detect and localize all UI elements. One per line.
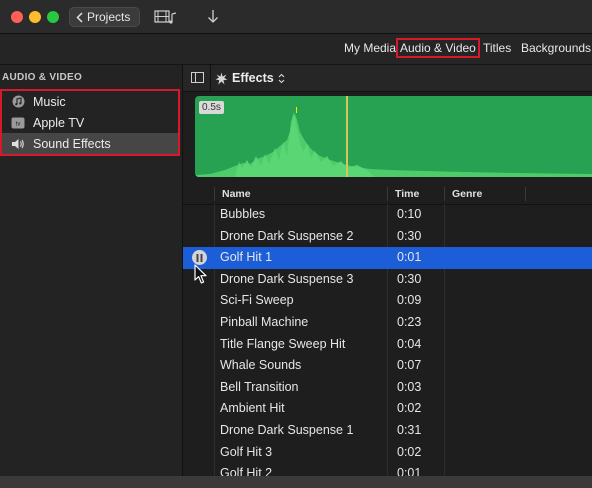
svg-text:tv: tv: [16, 121, 21, 127]
media-import-icon[interactable]: [154, 9, 178, 25]
audio-preview-area: 0.5s: [183, 92, 592, 184]
mouse-pointer-icon: [194, 264, 207, 284]
title-bar: Projects: [0, 0, 592, 33]
tab-audio-video[interactable]: Audio & Video: [396, 38, 480, 58]
list-item[interactable]: Drone Dark Suspense 3 0:30: [183, 269, 592, 291]
list-header: Name Time Genre: [183, 184, 592, 205]
list-item[interactable]: Bubbles 0:10: [183, 204, 592, 226]
sound-time: 0:07: [397, 358, 422, 373]
sidebar-toggle-icon[interactable]: [191, 72, 204, 83]
column-divider: [387, 187, 388, 201]
sound-name: Drone Dark Suspense 3: [220, 271, 354, 286]
sound-time: 0:01: [397, 250, 422, 265]
sidebar-list: Music tv Apple TV Sound Effects: [2, 91, 180, 154]
sound-name: Bell Transition: [220, 379, 299, 394]
effects-label: Effects: [232, 71, 274, 85]
column-header-name[interactable]: Name: [222, 188, 251, 200]
list-item[interactable]: Drone Dark Suspense 2 0:30: [183, 226, 592, 248]
projects-label: Projects: [87, 10, 131, 24]
tab-backgrounds[interactable]: Backgrounds: [521, 41, 591, 55]
browser-tabs: My Media Audio & Video Titles Background…: [0, 34, 592, 64]
sound-time: 0:09: [397, 293, 422, 308]
list-item[interactable]: Title Flange Sweep Hit 0:04: [183, 334, 592, 356]
list-item-selected[interactable]: Golf Hit 1 0:01: [183, 247, 592, 269]
sidebar-header: AUDIO & VIDEO: [2, 72, 83, 83]
list-item[interactable]: Golf Hit 3 0:02: [183, 442, 592, 464]
list-item[interactable]: Sci-Fi Sweep 0:09: [183, 290, 592, 312]
list-item[interactable]: Drone Dark Suspense 1 0:31: [183, 420, 592, 442]
sound-name: Golf Hit 3: [220, 444, 273, 459]
library-sidebar: AUDIO & VIDEO Music tv Apple TV Sound Ef…: [0, 65, 182, 476]
sound-time: 0:01: [397, 466, 422, 476]
projects-back-button[interactable]: Projects: [69, 7, 141, 27]
music-note-icon: [11, 95, 25, 109]
speaker-icon: [11, 137, 25, 151]
content-toolbar: Effects: [183, 65, 592, 91]
sound-name: Whale Sounds: [220, 358, 302, 373]
list-item[interactable]: Pinball Machine 0:23: [183, 312, 592, 334]
chevron-left-icon: [76, 11, 83, 23]
toolbar-divider: [210, 65, 211, 91]
bottom-scroll-bar: [0, 476, 592, 488]
sound-time: 0:04: [397, 336, 422, 351]
effects-burst-icon: [215, 72, 228, 84]
list-item[interactable]: Bell Transition 0:03: [183, 377, 592, 399]
waveform-marker: [296, 107, 297, 113]
playhead[interactable]: [346, 96, 348, 177]
duration-badge: 0.5s: [199, 101, 224, 114]
sound-name: Ambient Hit: [220, 401, 285, 416]
zoom-window-button[interactable]: [47, 11, 59, 23]
list-item[interactable]: Golf Hit 2 0:01: [183, 463, 592, 476]
tab-my-media[interactable]: My Media: [344, 41, 396, 55]
audio-waveform[interactable]: 0.5s: [195, 96, 592, 177]
list-item[interactable]: Whale Sounds 0:07: [183, 355, 592, 377]
sidebar-item-apple-tv[interactable]: tv Apple TV: [2, 112, 180, 133]
sound-time: 0:30: [397, 271, 422, 286]
tab-titles[interactable]: Titles: [483, 41, 511, 55]
sound-time: 0:23: [397, 314, 422, 329]
sound-time: 0:02: [397, 401, 422, 416]
sound-name: Pinball Machine: [220, 314, 309, 329]
list-rows: Bubbles 0:10 Drone Dark Suspense 2 0:30 …: [183, 204, 592, 476]
pause-icon[interactable]: [192, 250, 207, 266]
appletv-icon: tv: [11, 116, 25, 130]
sound-name: Sci-Fi Sweep: [220, 293, 294, 308]
updown-chevron-icon: [278, 73, 285, 83]
column-divider: [444, 187, 445, 201]
list-item[interactable]: Ambient Hit 0:02: [183, 398, 592, 420]
column-divider: [525, 187, 526, 201]
minimize-window-button[interactable]: [29, 11, 41, 23]
column-divider: [214, 187, 215, 201]
download-arrow-icon[interactable]: [207, 9, 219, 24]
sound-name: Golf Hit 2: [220, 466, 273, 476]
sidebar-item-music[interactable]: Music: [2, 91, 180, 112]
sidebar-item-label: Sound Effects: [33, 136, 111, 151]
sound-time: 0:02: [397, 444, 422, 459]
sidebar-item-label: Music: [33, 94, 66, 109]
waveform-shape: [195, 112, 592, 177]
sidebar-item-sound-effects[interactable]: Sound Effects: [2, 133, 180, 154]
sound-name: Title Flange Sweep Hit: [220, 336, 346, 351]
sound-time: 0:10: [397, 207, 422, 221]
column-header-genre[interactable]: Genre: [452, 188, 482, 200]
effects-category-popup[interactable]: Effects: [215, 71, 285, 85]
sound-name: Drone Dark Suspense 1: [220, 422, 354, 437]
sound-time: 0:31: [397, 422, 422, 437]
sound-time: 0:30: [397, 228, 422, 243]
sound-name: Bubbles: [220, 207, 266, 221]
sound-name: Golf Hit 1: [220, 250, 273, 265]
sound-name: Drone Dark Suspense 2: [220, 228, 354, 243]
sound-effects-list: Name Time Genre Bubbles 0:10 Drone Dark …: [183, 184, 592, 476]
close-window-button[interactable]: [11, 11, 23, 23]
sound-time: 0:03: [397, 379, 422, 394]
sidebar-item-label: Apple TV: [33, 115, 85, 130]
column-header-time[interactable]: Time: [395, 188, 419, 200]
